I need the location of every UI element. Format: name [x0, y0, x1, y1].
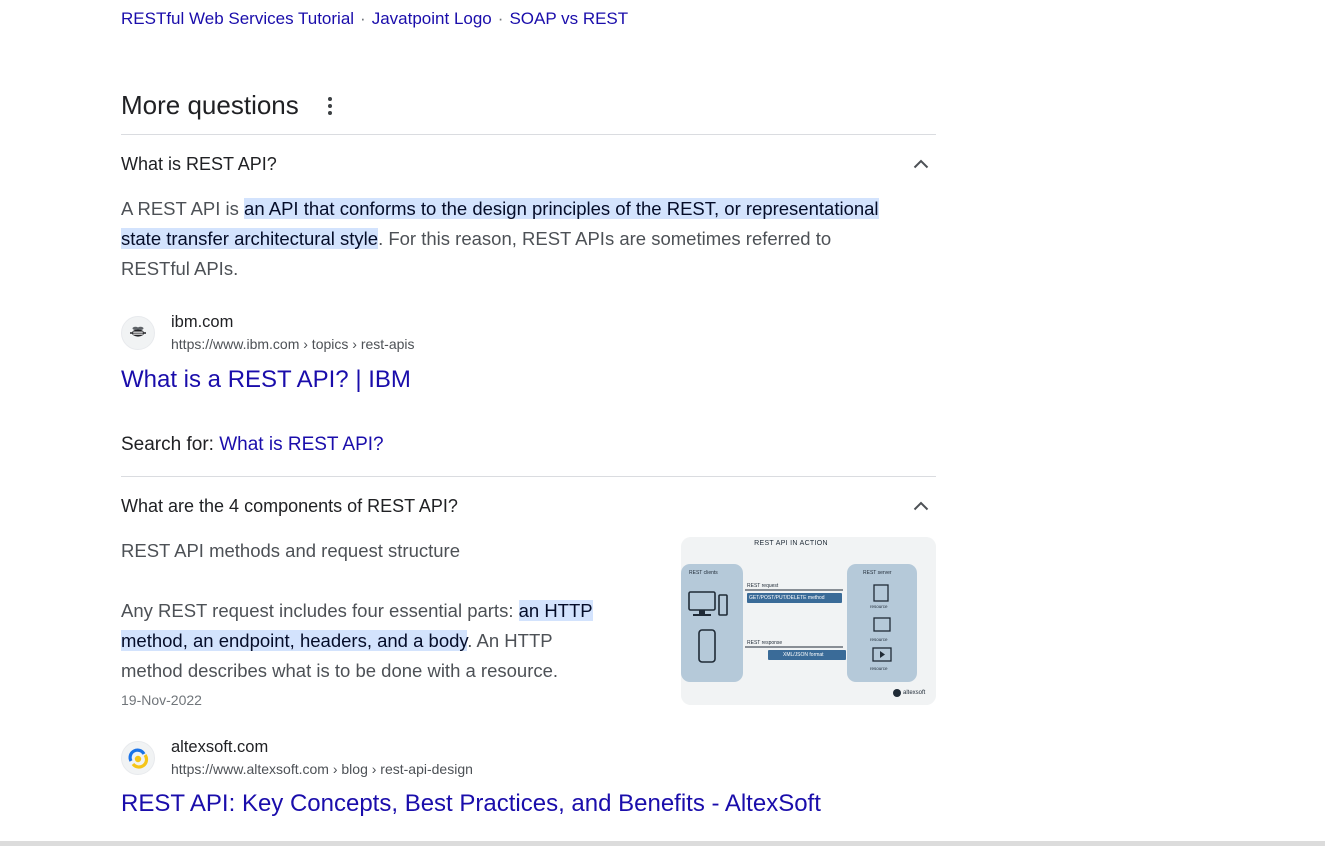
diagram-resource-label: resource: [870, 666, 888, 671]
separator: ·: [360, 9, 366, 28]
diagram-server-label: REST server: [863, 570, 892, 576]
result-title-link-altexsoft[interactable]: REST API: Key Concepts, Best Practices, …: [121, 790, 821, 818]
chevron-up-icon[interactable]: [912, 155, 930, 173]
answer-snippet: A REST API is an API that conforms to th…: [121, 194, 936, 284]
answer-text: A REST API is: [121, 198, 245, 219]
answer-highlight: an HTTP: [518, 600, 593, 621]
answer-highlight: method, an endpoint, headers, and a body: [121, 630, 468, 651]
question-row-rest-api-components[interactable]: What are the 4 components of REST API?: [121, 491, 936, 521]
more-vert-icon[interactable]: [321, 94, 339, 118]
result-title-link-ibm[interactable]: What is a REST API? | IBM: [121, 366, 411, 394]
ibm-bee-icon: [121, 316, 155, 350]
rest-api-diagram-thumbnail[interactable]: REST API IN ACTION REST clients REST ser…: [681, 537, 936, 705]
window-bottom-edge: [0, 841, 1325, 846]
answer-text: . For this reason, REST APIs are sometim…: [378, 228, 832, 249]
answer-text: Any REST request includes four essential…: [121, 600, 519, 621]
more-questions-header: More questions: [121, 90, 339, 121]
divider: [121, 476, 936, 477]
source-site-name: altexsoft.com: [171, 738, 269, 756]
diagram-resource-label: resource: [870, 604, 888, 609]
answer-highlight: state transfer architectural style: [121, 228, 379, 249]
answer-snippet: REST API methods and request structure A…: [121, 536, 661, 686]
related-link-restful-tutorial[interactable]: RESTful Web Services Tutorial: [121, 9, 354, 28]
answer-text: method describes what is to be done with…: [121, 660, 559, 681]
answer-text: . An HTTP: [467, 630, 553, 651]
source-ibm[interactable]: ibm.com https://www.ibm.com › topics › r…: [121, 311, 415, 355]
question-text: What is REST API?: [121, 153, 277, 174]
answer-text: RESTful APIs.: [121, 258, 239, 279]
search-for-row: Search for: What is REST API?: [121, 434, 384, 456]
separator: ·: [497, 9, 504, 28]
diagram-title: REST API IN ACTION: [754, 540, 828, 547]
source-site-name: ibm.com: [171, 313, 234, 331]
related-link-soap-vs-rest[interactable]: SOAP vs REST: [509, 9, 628, 28]
question-row-what-is-rest-api[interactable]: What is REST API?: [121, 149, 936, 179]
source-altexsoft[interactable]: altexsoft.com https://www.altexsoft.com …: [121, 736, 473, 780]
diagram-response-format: XML/JSON format: [783, 652, 824, 658]
answer-highlight: an API that conforms to the design princ…: [244, 198, 879, 219]
related-searches-row: RESTful Web Services Tutorial · Javatpoint…: [121, 9, 628, 29]
diagram-request-label: REST request: [747, 583, 779, 589]
diagram-response-label: REST response: [747, 640, 783, 646]
question-text: What are the 4 components of REST API?: [121, 495, 458, 516]
diagram-brand: altexsoft: [903, 690, 926, 696]
more-questions-title: More questions: [121, 90, 299, 120]
diagram-request-method: GET/POST/PUT/DELETE method: [749, 595, 825, 601]
search-for-link[interactable]: What is REST API?: [219, 434, 383, 455]
divider: [121, 134, 936, 135]
diagram-resource-label: resource: [870, 637, 888, 642]
altexsoft-logo-icon: [121, 741, 155, 775]
answer-date: 19-Nov-2022: [121, 692, 202, 708]
source-url: https://www.ibm.com › topics › rest-apis: [171, 336, 415, 352]
chevron-up-icon[interactable]: [912, 497, 930, 515]
search-for-label: Search for:: [121, 434, 220, 455]
answer-heading: REST API methods and request structure: [121, 540, 460, 561]
diagram-clients-label: REST clients: [689, 570, 718, 576]
source-url: https://www.altexsoft.com › blog › rest-…: [171, 761, 473, 777]
related-link-javatpoint-logo[interactable]: Javatpoint Logo: [372, 9, 492, 28]
